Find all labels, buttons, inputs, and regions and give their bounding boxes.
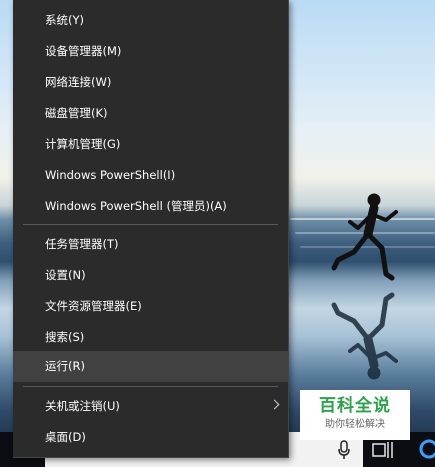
- task-view-icon[interactable]: [372, 440, 394, 460]
- watermark-logo: 百科全说 助你轻松解决: [300, 390, 410, 440]
- menu-item-label: 网络连接(W): [45, 75, 112, 89]
- menu-item-system[interactable]: 系统(Y): [13, 5, 288, 36]
- menu-item-label: 文件资源管理器(E): [45, 299, 142, 313]
- menu-item-network-connections[interactable]: 网络连接(W): [13, 67, 288, 98]
- menu-item-search[interactable]: 搜索(S): [13, 322, 288, 353]
- menu-item-settings[interactable]: 设置(N): [13, 260, 288, 291]
- menu-item-label: 任务管理器(T): [45, 237, 119, 251]
- menu-item-file-explorer[interactable]: 文件资源管理器(E): [13, 291, 288, 322]
- menu-item-label: 设备管理器(M): [45, 44, 122, 58]
- menu-item-device-manager[interactable]: 设备管理器(M): [13, 36, 288, 67]
- menu-item-task-manager[interactable]: 任务管理器(T): [13, 229, 288, 260]
- runner-reflection: [331, 292, 398, 380]
- menu-item-desktop[interactable]: 桌面(D): [13, 422, 288, 453]
- menu-item-label: 搜索(S): [45, 330, 85, 344]
- menu-item-run[interactable]: 运行(R): [13, 351, 288, 382]
- watermark-subtitle: 助你轻松解决: [325, 419, 385, 430]
- menu-item-powershell-admin[interactable]: Windows PowerShell (管理员)(A): [13, 191, 288, 222]
- menu-item-label: 系统(Y): [45, 13, 84, 27]
- cortana-icon[interactable]: [418, 438, 435, 460]
- menu-item-label: Windows PowerShell (管理员)(A): [45, 199, 227, 213]
- chevron-right-icon: [269, 399, 280, 410]
- menu-item-label: Windows PowerShell(I): [45, 168, 176, 182]
- menu-item-label: 桌面(D): [45, 430, 86, 444]
- menu-item-label: 计算机管理(G): [45, 137, 121, 151]
- winx-context-menu: 系统(Y) 设备管理器(M) 网络连接(W) 磁盘管理(K) 计算机管理(G) …: [13, 0, 289, 458]
- menu-separator: [23, 224, 278, 225]
- menu-item-powershell[interactable]: Windows PowerShell(I): [13, 160, 288, 191]
- menu-item-label: 运行(R): [45, 359, 85, 373]
- menu-separator: [23, 386, 278, 387]
- runner-silhouette: [331, 193, 398, 281]
- watermark-title: 百科全说: [319, 396, 391, 416]
- menu-item-shutdown-signout[interactable]: 关机或注销(U): [13, 391, 288, 422]
- menu-item-label: 设置(N): [45, 268, 86, 282]
- menu-item-disk-management[interactable]: 磁盘管理(K): [13, 98, 288, 129]
- mic-icon[interactable]: [337, 440, 351, 460]
- menu-item-label: 磁盘管理(K): [45, 106, 108, 120]
- menu-item-label: 关机或注销(U): [45, 399, 120, 413]
- menu-item-computer-management[interactable]: 计算机管理(G): [13, 129, 288, 160]
